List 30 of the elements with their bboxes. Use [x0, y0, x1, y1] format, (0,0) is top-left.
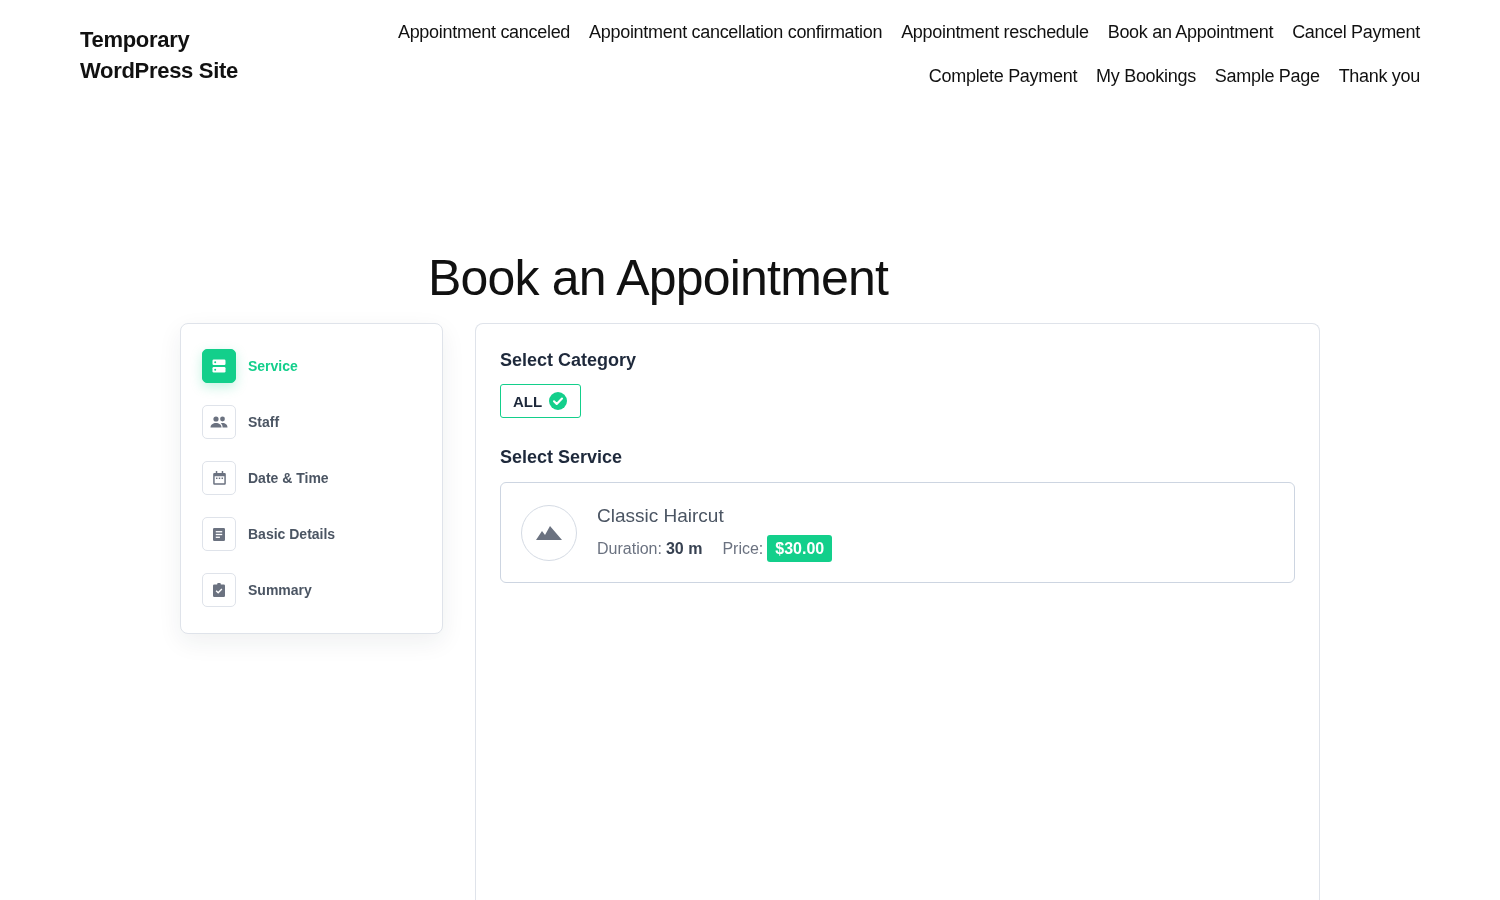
category-chip[interactable]: ALL — [500, 384, 582, 418]
nav-link[interactable]: Appointment reschedule — [901, 20, 1089, 44]
people-icon — [202, 405, 236, 439]
nav-link[interactable]: Appointment cancellation confirmation — [589, 20, 883, 44]
nav-link[interactable]: Cancel Payment — [1292, 20, 1420, 44]
duration-label: Duration: — [597, 539, 662, 558]
nav-link[interactable]: Book an Appointment — [1107, 20, 1274, 44]
check-icon — [549, 392, 568, 410]
step-item[interactable]: Date & Time — [202, 461, 329, 495]
page-title: Book an Appointment — [428, 249, 890, 308]
nav-link[interactable]: My Bookings — [1096, 64, 1196, 88]
nav-link[interactable]: Thank you — [1338, 64, 1420, 88]
service-card[interactable]: Classic Haircut Duration: 30 m Price: $30.00 — [500, 482, 1295, 583]
step-item[interactable]: Summary — [202, 573, 312, 607]
calendar-icon — [202, 461, 236, 495]
nav-link[interactable]: Complete Payment — [928, 64, 1078, 88]
site-title[interactable]: Temporary WordPress Site — [80, 24, 260, 86]
nav-link[interactable]: Sample Page — [1214, 64, 1320, 88]
price-label: Price: — [722, 539, 764, 558]
section-heading: Select Category — [500, 349, 638, 372]
nav-link[interactable]: Appointment canceled — [397, 20, 571, 44]
step-item[interactable]: Staff — [202, 405, 280, 439]
duration-value: 30 m — [665, 539, 703, 558]
step-item[interactable]: Basic Details — [202, 517, 336, 551]
server-icon — [202, 349, 236, 383]
clipboard-check-icon — [202, 573, 236, 607]
service-name: Classic Haircut — [597, 504, 725, 528]
section-heading: Select Service — [500, 446, 624, 469]
price-tag: $30.00 — [767, 535, 833, 562]
document-icon — [202, 517, 236, 551]
